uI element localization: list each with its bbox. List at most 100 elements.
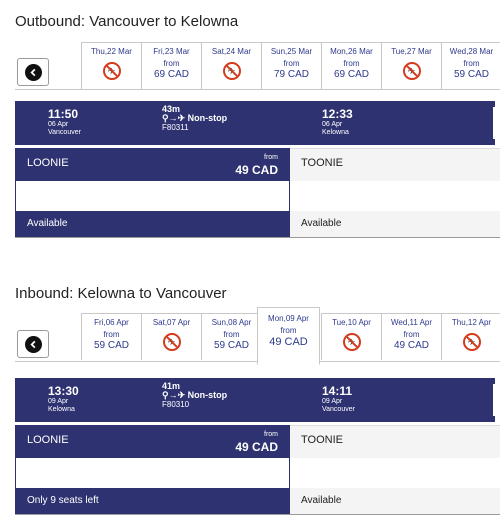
divider (15, 514, 500, 515)
fare-loonie[interactable]: LOONIE from 49 CAD Only 9 seats left (15, 425, 290, 515)
departure-time: 13:30 (48, 384, 79, 398)
fare-header: LOONIE from 49 CAD (16, 426, 289, 458)
from-label: from (264, 431, 278, 438)
fare-header: TOONIE (290, 149, 500, 181)
date-cell[interactable]: Mon,26 Mar from 69 CAD (321, 42, 382, 89)
inbound-section: Inbound: Kelowna to Vancouver Fri,06 Apr… (0, 275, 500, 527)
fare-price: 49 CAD (235, 440, 278, 454)
date-cell-selected[interactable]: Mon,09 Apr from 49 CAD (257, 307, 320, 365)
pin-arrow-plane-icon: ⚲→✈ (162, 113, 186, 123)
inbound-title: Inbound: Kelowna to Vancouver (15, 285, 227, 302)
date-price: 79 CAD (273, 69, 309, 80)
date-label: Tue,27 Mar (391, 47, 432, 56)
date-label: Fri,06 Apr (94, 318, 129, 327)
date-label: Sat,24 Mar (211, 47, 252, 56)
stops-label: Non-stop (187, 113, 228, 123)
flight-number: F80311 (162, 123, 189, 132)
outbound-title: Outbound: Vancouver to Kelowna (15, 13, 239, 30)
outbound-date-strip: Thu,22 Mar ✈ Fri,23 Mar from 69 CAD Sat,… (81, 42, 500, 90)
flight-number: F80310 (162, 400, 190, 409)
date-label: Tue,10 Apr (332, 318, 371, 327)
fare-status-text: Available (301, 495, 342, 506)
date-price: 69 CAD (333, 69, 369, 80)
date-label: Thu,12 Apr (451, 318, 492, 327)
date-cell[interactable]: Tue,27 Mar ✈ (381, 42, 442, 89)
arrival: 12:33 06 Apr Kelowna (322, 107, 353, 137)
fare-loonie[interactable]: LOONIE from 49 CAD Available (15, 148, 290, 238)
date-cell[interactable]: Thu,12 Apr ✈ (441, 313, 500, 360)
from-label: from (223, 330, 240, 339)
date-label: Sun,25 Mar (270, 47, 313, 56)
from-label: from (343, 59, 360, 68)
no-flight-icon: ✈ (102, 62, 121, 80)
date-price: 69 CAD (153, 69, 189, 80)
arrival-city: Kelowna (322, 129, 349, 136)
departure-city: Kelowna (48, 406, 75, 413)
outbound-section: Outbound: Vancouver to Kelowna Thu,22 Ma… (0, 0, 500, 245)
inbound-flight-row[interactable]: 13:30 09 Apr Kelowna 41m ⚲→✈ Non-stop F8… (15, 378, 495, 422)
date-cell[interactable]: Sat,24 Mar ✈ (201, 42, 262, 89)
no-flight-icon: ✈ (342, 333, 361, 351)
date-label: Thu,22 Mar (91, 47, 132, 56)
date-cell[interactable]: Wed,28 Mar from 59 CAD (441, 42, 500, 89)
fare-header: LOONIE from 49 CAD (16, 149, 289, 181)
departure-city: Vancouver (48, 129, 81, 136)
from-label: from (163, 59, 180, 68)
date-price: 59 CAD (453, 69, 489, 80)
from-label: from (283, 59, 300, 68)
no-flight-icon: ✈ (222, 62, 241, 80)
fare-name: LOONIE (27, 157, 69, 169)
date-cell[interactable]: Sun,08 Apr from 59 CAD (201, 313, 262, 360)
inbound-date-strip: Fri,06 Apr from 59 CAD Sat,07 Apr ✈ Sun,… (81, 307, 500, 365)
fare-toonie[interactable]: TOONIE Available (290, 148, 500, 237)
prev-dates-button[interactable] (17, 330, 49, 358)
from-label: from (280, 326, 297, 335)
fare-name: TOONIE (301, 434, 343, 446)
no-flight-icon: ✈ (462, 333, 481, 351)
date-label: Sat,07 Apr (152, 318, 191, 327)
date-label: Fri,23 Mar (153, 47, 190, 56)
fare-status: Available (290, 211, 500, 237)
no-flight-icon: ✈ (402, 62, 421, 80)
date-cell[interactable]: Wed,11 Apr from 49 CAD (381, 313, 442, 360)
arrival-time: 12:33 (322, 107, 353, 121)
departure-date: 06 Apr (48, 121, 69, 128)
fare-status: Only 9 seats left (16, 488, 289, 514)
fare-status: Available (16, 211, 289, 237)
fare-status-text: Only 9 seats left (27, 495, 99, 506)
fare-status-text: Available (27, 218, 68, 229)
divider (493, 107, 495, 139)
pin-arrow-plane-icon: ⚲→✈ (162, 390, 186, 400)
date-cell[interactable]: Tue,10 Apr ✈ (321, 313, 382, 360)
prev-dates-button[interactable] (17, 58, 49, 86)
date-cell[interactable]: Thu,22 Mar ✈ (81, 42, 142, 89)
date-price: 49 CAD (393, 340, 429, 351)
date-cell[interactable]: Sun,25 Mar from 79 CAD (261, 42, 322, 89)
date-label: Mon,26 Mar (330, 47, 373, 56)
departure: 11:50 06 Apr Vancouver (48, 107, 81, 137)
stops-label: Non-stop (187, 390, 228, 400)
from-label: from (463, 59, 480, 68)
chevron-left-icon (24, 335, 42, 353)
date-price: 49 CAD (269, 336, 308, 348)
arrival-date: 06 Apr (322, 121, 343, 128)
departure-time: 11:50 (48, 107, 79, 121)
date-label: Wed,11 Apr (390, 318, 433, 327)
date-cell[interactable]: Fri,06 Apr from 59 CAD (81, 313, 142, 360)
arrival-date: 09 Apr (322, 398, 343, 405)
from-label: from (403, 330, 420, 339)
outbound-flight-row[interactable]: 11:50 06 Apr Vancouver 43m ⚲→✈ Non-stop … (15, 101, 495, 145)
arrival-time: 14:11 (322, 384, 353, 398)
from-label: from (264, 154, 278, 161)
fare-header: TOONIE (290, 426, 500, 458)
fare-status: Available (290, 488, 500, 514)
fare-toonie[interactable]: TOONIE Available (290, 425, 500, 514)
date-label: Mon,09 Apr (268, 314, 309, 323)
chevron-left-icon (24, 63, 42, 81)
divider (15, 89, 500, 90)
departure-date: 09 Apr (48, 398, 69, 405)
date-cell[interactable]: Sat,07 Apr ✈ (141, 313, 202, 360)
from-label: from (103, 330, 120, 339)
divider (15, 237, 500, 238)
date-cell[interactable]: Fri,23 Mar from 69 CAD (141, 42, 202, 89)
